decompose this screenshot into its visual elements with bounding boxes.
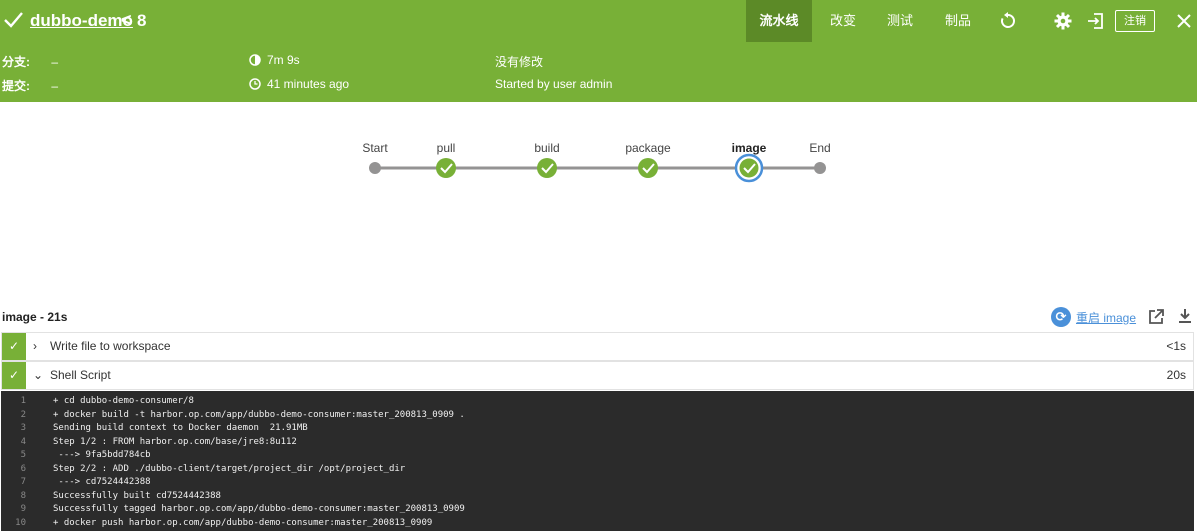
logout-button[interactable]: 注销 xyxy=(1115,10,1155,32)
line-text: Step 1/2 : FROM harbor.op.com/base/jre8:… xyxy=(53,436,297,447)
line-number[interactable]: 5 xyxy=(1,449,53,463)
line-text: Successfully built cd7524442388 xyxy=(53,490,221,501)
start-node xyxy=(369,162,381,174)
step-title: image - 21s xyxy=(2,310,68,324)
stage-node-package[interactable] xyxy=(638,158,658,178)
tab-artifacts[interactable]: 制品 xyxy=(935,0,981,42)
console-line: 1 + cd dubbo-demo-consumer/8 xyxy=(1,395,1194,409)
stage-label-start: Start xyxy=(362,141,388,155)
tab-changes[interactable]: 改变 xyxy=(820,0,866,42)
pipeline-graph: Start pull build package image End xyxy=(0,102,1197,302)
open-external-icon[interactable] xyxy=(1147,308,1165,326)
run-summary-bar: 分支: – 提交: – 7m 9s 41 minutes ago 没有修改 St… xyxy=(0,42,1197,102)
line-number[interactable]: 3 xyxy=(1,422,53,436)
stage-label-image[interactable]: image xyxy=(732,141,767,155)
console-line: 2 + docker build -t harbor.op.com/app/dub… xyxy=(1,409,1194,423)
line-number[interactable]: 6 xyxy=(1,463,53,477)
console-line: 7 ---> cd7524442388 xyxy=(1,476,1194,490)
top-bar: dubbo-demo < 8 流水线 改变 测试 制品 注销 xyxy=(0,0,1197,42)
restart-stage-label[interactable]: 重启 image xyxy=(1076,309,1136,326)
line-number[interactable]: 1 xyxy=(1,395,53,409)
tab-tests[interactable]: 测试 xyxy=(877,0,923,42)
branch-value: – xyxy=(51,55,59,69)
console-line: 8 Successfully built cd7524442388 xyxy=(1,490,1194,504)
close-icon[interactable] xyxy=(1174,11,1194,31)
log-step-duration: <1s xyxy=(1166,339,1186,353)
line-number[interactable]: 4 xyxy=(1,436,53,450)
line-number[interactable]: 9 xyxy=(1,503,53,517)
end-node xyxy=(814,162,826,174)
console-output[interactable]: 1 + cd dubbo-demo-consumer/8 2 + docker bu… xyxy=(1,391,1194,531)
status-check-icon xyxy=(4,12,23,28)
gear-icon[interactable] xyxy=(1053,11,1073,31)
console-line: 4 Step 1/2 : FROM harbor.op.com/base/jre8… xyxy=(1,436,1194,450)
line-number[interactable]: 10 xyxy=(1,517,53,531)
log-step-name[interactable]: Shell Script xyxy=(50,362,111,389)
console-line: 6 Step 2/2 : ADD ./dubbo-client/target/pr… xyxy=(1,463,1194,477)
log-step-row[interactable]: ✓ ⌄ Shell Script 20s xyxy=(1,361,1194,390)
branch-label: 分支: xyxy=(2,55,30,69)
commit-value: – xyxy=(51,79,59,93)
log-step-row[interactable]: ✓ › Write file to workspace <1s xyxy=(1,332,1194,361)
stage-node-pull[interactable] xyxy=(436,158,456,178)
line-text: + cd dubbo-demo-consumer/8 xyxy=(53,396,194,406)
restart-stage-button[interactable]: ⟳ 重启 image xyxy=(1051,306,1136,328)
stage-label-build[interactable]: build xyxy=(534,141,559,155)
collapse-chevron-icon[interactable]: ⌄ xyxy=(33,362,43,389)
console-line: 5 ---> 9fa5bdd784cb xyxy=(1,449,1194,463)
line-text: Sending build context to Docker daemon 2… xyxy=(53,423,308,433)
line-number[interactable]: 8 xyxy=(1,490,53,504)
started-by-text: Started by user admin xyxy=(495,77,613,91)
line-text: + docker push harbor.op.com/app/dubbo-de… xyxy=(53,517,433,528)
line-number[interactable]: 7 xyxy=(1,476,53,490)
stage-label-pull[interactable]: pull xyxy=(437,141,456,155)
stage-node-build[interactable] xyxy=(537,158,557,178)
clock-icon xyxy=(249,78,261,90)
line-number[interactable]: 2 xyxy=(1,409,53,423)
line-text: Successfully tagged harbor.op.com/app/du… xyxy=(53,504,465,514)
stage-label-end: End xyxy=(809,141,831,155)
tab-pipeline[interactable]: 流水线 xyxy=(746,0,812,42)
step-success-icon: ✓ xyxy=(2,333,26,360)
console-line: 10 + docker push harbor.op.com/app/dubbo-… xyxy=(1,517,1194,531)
breadcrumb-separator: < xyxy=(121,10,132,30)
changes-text: 没有修改 xyxy=(495,55,544,69)
time-ago-value: 41 minutes ago xyxy=(267,77,350,91)
line-text: Step 2/2 : ADD ./dubbo-client/target/pro… xyxy=(53,463,406,474)
restart-icon: ⟳ xyxy=(1051,307,1071,327)
stage-label-package[interactable]: package xyxy=(625,141,670,155)
log-step-duration: 20s xyxy=(1166,368,1186,382)
line-text: + docker build -t harbor.op.com/app/dubb… xyxy=(53,409,465,420)
rerun-icon[interactable] xyxy=(998,11,1018,31)
pipeline-graph-canvas xyxy=(369,153,826,183)
commit-label: 提交: xyxy=(2,79,30,93)
line-text: ---> 9fa5bdd784cb xyxy=(53,450,151,460)
download-icon[interactable] xyxy=(1176,307,1194,325)
expand-chevron-icon[interactable]: › xyxy=(33,333,37,360)
console-line: 9 Successfully tagged harbor.op.com/app/d… xyxy=(1,503,1194,517)
duration-icon xyxy=(249,54,261,66)
duration-value: 7m 9s xyxy=(267,53,300,67)
job-title-link[interactable]: dubbo-demo xyxy=(30,11,133,31)
log-step-name[interactable]: Write file to workspace xyxy=(50,333,171,360)
step-success-icon: ✓ xyxy=(2,362,26,389)
exit-icon[interactable] xyxy=(1086,11,1106,31)
run-number: 8 xyxy=(137,11,147,30)
line-text: ---> cd7524442388 xyxy=(53,477,151,487)
console-line: 3 Sending build context to Docker daemon … xyxy=(1,422,1194,436)
stage-node-image[interactable] xyxy=(734,153,764,183)
